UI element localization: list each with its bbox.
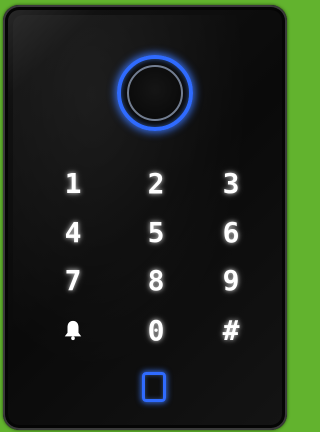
bell-button[interactable] [53,310,93,350]
access-control-keypad: 1 2 3 4 5 6 7 8 9 0 # [3,5,287,430]
bell-icon [64,320,82,341]
key-8[interactable]: 8 [136,260,176,300]
key-5[interactable]: 5 [136,212,176,252]
fingerprint-reader-icon[interactable] [117,55,193,131]
key-2[interactable]: 2 [136,163,176,203]
card-reader-icon [142,372,166,402]
key-3[interactable]: 3 [211,163,251,203]
key-7[interactable]: 7 [53,260,93,300]
key-9[interactable]: 9 [211,260,251,300]
key-1[interactable]: 1 [53,163,93,203]
key-4[interactable]: 4 [53,212,93,252]
key-0[interactable]: 0 [136,310,176,350]
key-6[interactable]: 6 [211,212,251,252]
hash-key[interactable]: # [211,310,251,350]
